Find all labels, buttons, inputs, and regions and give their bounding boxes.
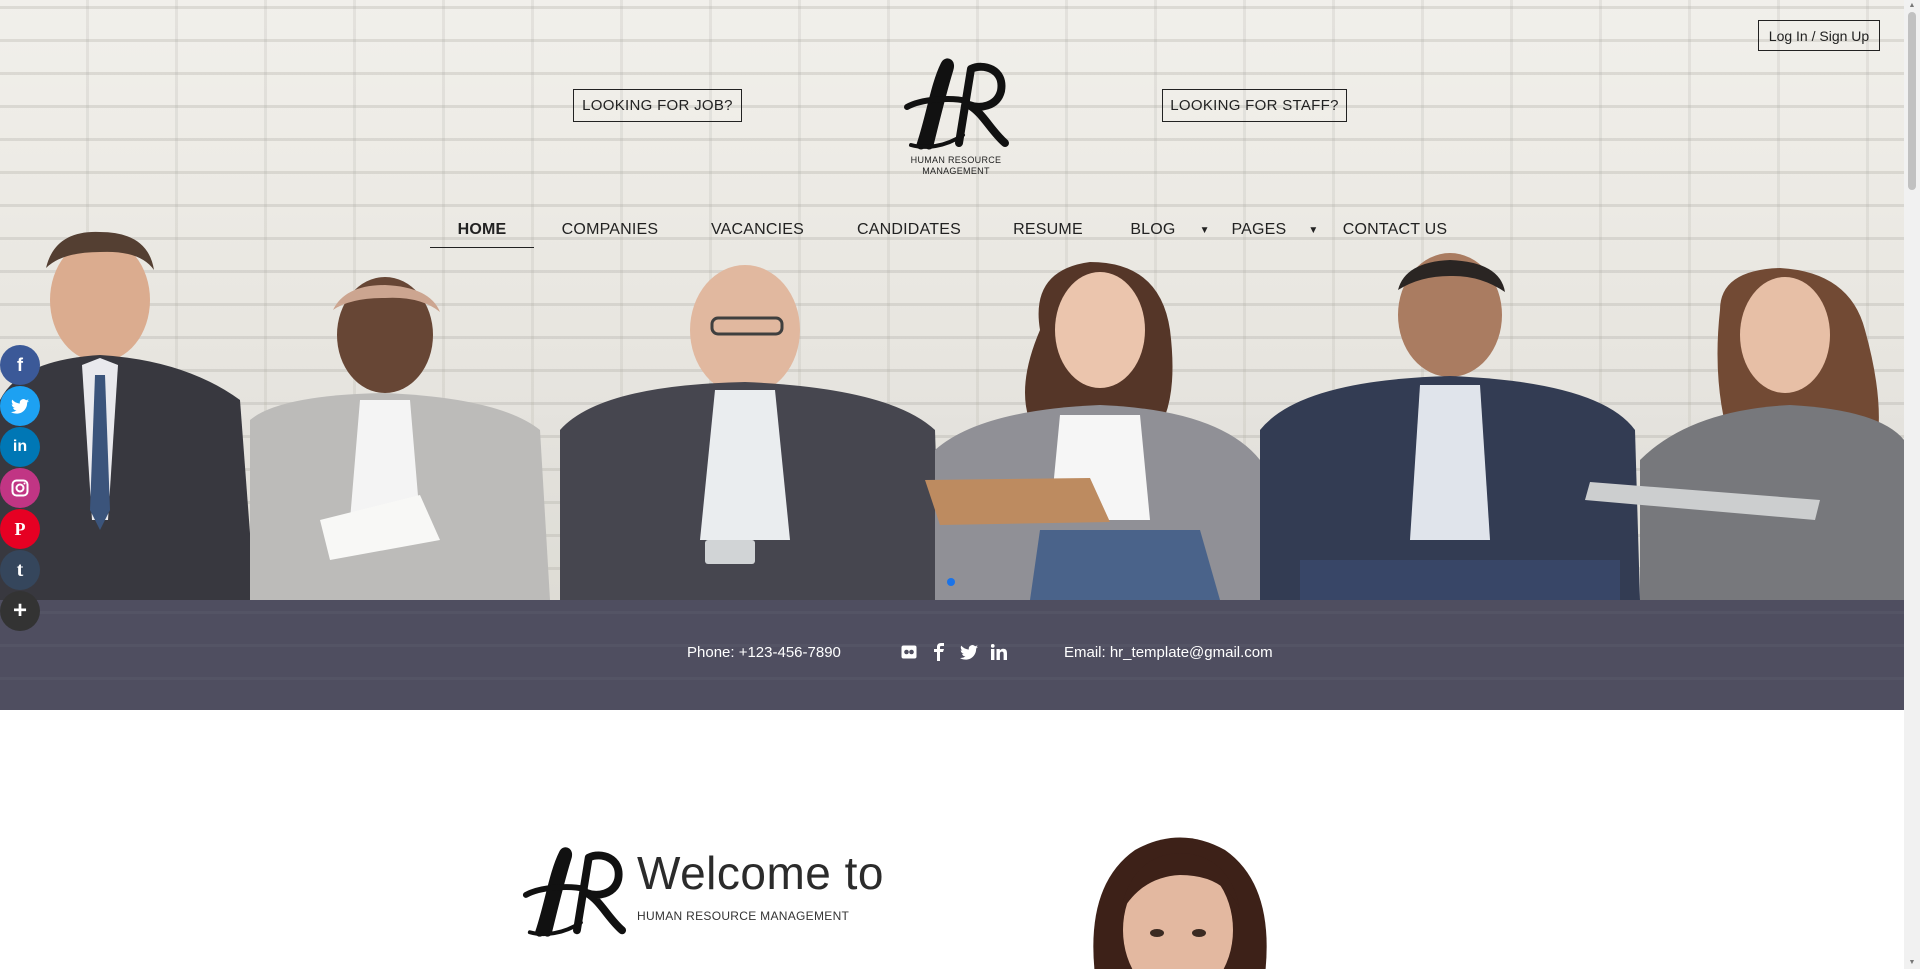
contact-social-icons xyxy=(900,643,1008,661)
nav-item-label: CONTACT US xyxy=(1342,221,1448,238)
flickr-icon[interactable] xyxy=(900,643,918,661)
plus-glyph: + xyxy=(12,597,27,624)
pinterest-glyph: P xyxy=(14,518,26,539)
contact-bar: Phone: +123-456-7890 Email: hr_template@… xyxy=(0,600,1904,710)
chevron-down-icon: ▼ xyxy=(1199,224,1210,236)
nav-item-label: HOME xyxy=(457,220,507,238)
nav-item-companies[interactable]: COMPANIES xyxy=(555,212,665,248)
logo-subtitle: HUMAN RESOURCE MANAGEMENT xyxy=(896,155,1016,177)
tumblr-icon[interactable]: t xyxy=(0,550,40,590)
nav-item-home[interactable]: HOME xyxy=(430,212,534,248)
nav-item-label: VACANCIES xyxy=(710,221,805,238)
nav-item-label: RESUME xyxy=(1013,221,1083,238)
instagram-camera-icon xyxy=(11,479,29,497)
tumblr-glyph: t xyxy=(16,558,24,581)
nav-item-resume[interactable]: RESUME xyxy=(1005,212,1091,248)
logo-subtitle-line2: MANAGEMENT xyxy=(922,166,990,176)
hero-section: Log In / Sign Up LOOKING FOR JOB? LOOKIN… xyxy=(0,0,1904,600)
hr-logo-icon xyxy=(904,58,1009,150)
pinterest-icon[interactable]: P xyxy=(0,509,40,549)
twitter-bird-icon xyxy=(11,398,29,414)
chevron-down-icon: ▼ xyxy=(1308,224,1319,236)
nav-item-blog[interactable]: BLOG ▼ xyxy=(1130,212,1210,248)
logo-subtitle-line1: HUMAN RESOURCE xyxy=(910,155,1002,165)
welcome-subtitle: HUMAN RESOURCE MANAGEMENT xyxy=(637,909,850,923)
facebook-icon[interactable]: f xyxy=(0,345,40,385)
looking-for-staff-button[interactable]: LOOKING FOR STAFF? xyxy=(1162,89,1347,122)
nav-item-label: PAGES xyxy=(1231,221,1287,238)
nav-item-label: BLOG xyxy=(1130,221,1176,238)
page-scrollbar[interactable]: ▲ ▼ xyxy=(1904,0,1920,969)
main-nav: HOME COMPANIES VACANCIES CANDIDATES RESU… xyxy=(0,212,1904,248)
twitter-icon[interactable] xyxy=(0,386,40,426)
contact-email: Email: hr_template@gmail.com xyxy=(1064,644,1273,661)
nav-item-vacancies[interactable]: VACANCIES xyxy=(700,212,815,248)
scroll-down-arrow-icon[interactable]: ▼ xyxy=(1904,957,1920,969)
social-share-sidebar: f in P t + xyxy=(0,345,40,632)
linkedin-glyph: in xyxy=(12,438,28,455)
instagram-icon[interactable] xyxy=(0,468,40,508)
contact-phone: Phone: +123-456-7890 xyxy=(687,644,841,661)
nav-item-candidates[interactable]: CANDIDATES xyxy=(850,212,968,248)
login-signup-button[interactable]: Log In / Sign Up xyxy=(1758,20,1880,51)
nav-item-pages[interactable]: PAGES ▼ xyxy=(1230,212,1320,248)
woman-portrait-image xyxy=(1093,837,1267,969)
linkedin-icon[interactable]: in xyxy=(0,427,40,467)
plus-icon[interactable]: + xyxy=(0,591,40,631)
facebook-icon[interactable] xyxy=(930,643,948,661)
scrollbar-thumb[interactable] xyxy=(1908,12,1916,190)
facebook-glyph: f xyxy=(17,354,23,375)
scroll-up-arrow-icon[interactable]: ▲ xyxy=(1904,0,1920,12)
nav-item-contact-us[interactable]: CONTACT US xyxy=(1340,212,1450,248)
welcome-hr-logo-icon xyxy=(522,847,627,937)
site-logo[interactable]: HUMAN RESOURCE MANAGEMENT xyxy=(896,55,1016,183)
looking-for-job-button[interactable]: LOOKING FOR JOB? xyxy=(573,89,742,122)
nav-item-label: COMPANIES xyxy=(561,221,659,238)
linkedin-icon[interactable] xyxy=(990,643,1008,661)
page: Log In / Sign Up LOOKING FOR JOB? LOOKIN… xyxy=(0,0,1904,969)
nav-item-label: CANDIDATES xyxy=(857,221,961,238)
slider-dot-active[interactable] xyxy=(947,578,955,586)
welcome-title: Welcome to xyxy=(637,847,885,899)
twitter-icon[interactable] xyxy=(960,643,978,661)
